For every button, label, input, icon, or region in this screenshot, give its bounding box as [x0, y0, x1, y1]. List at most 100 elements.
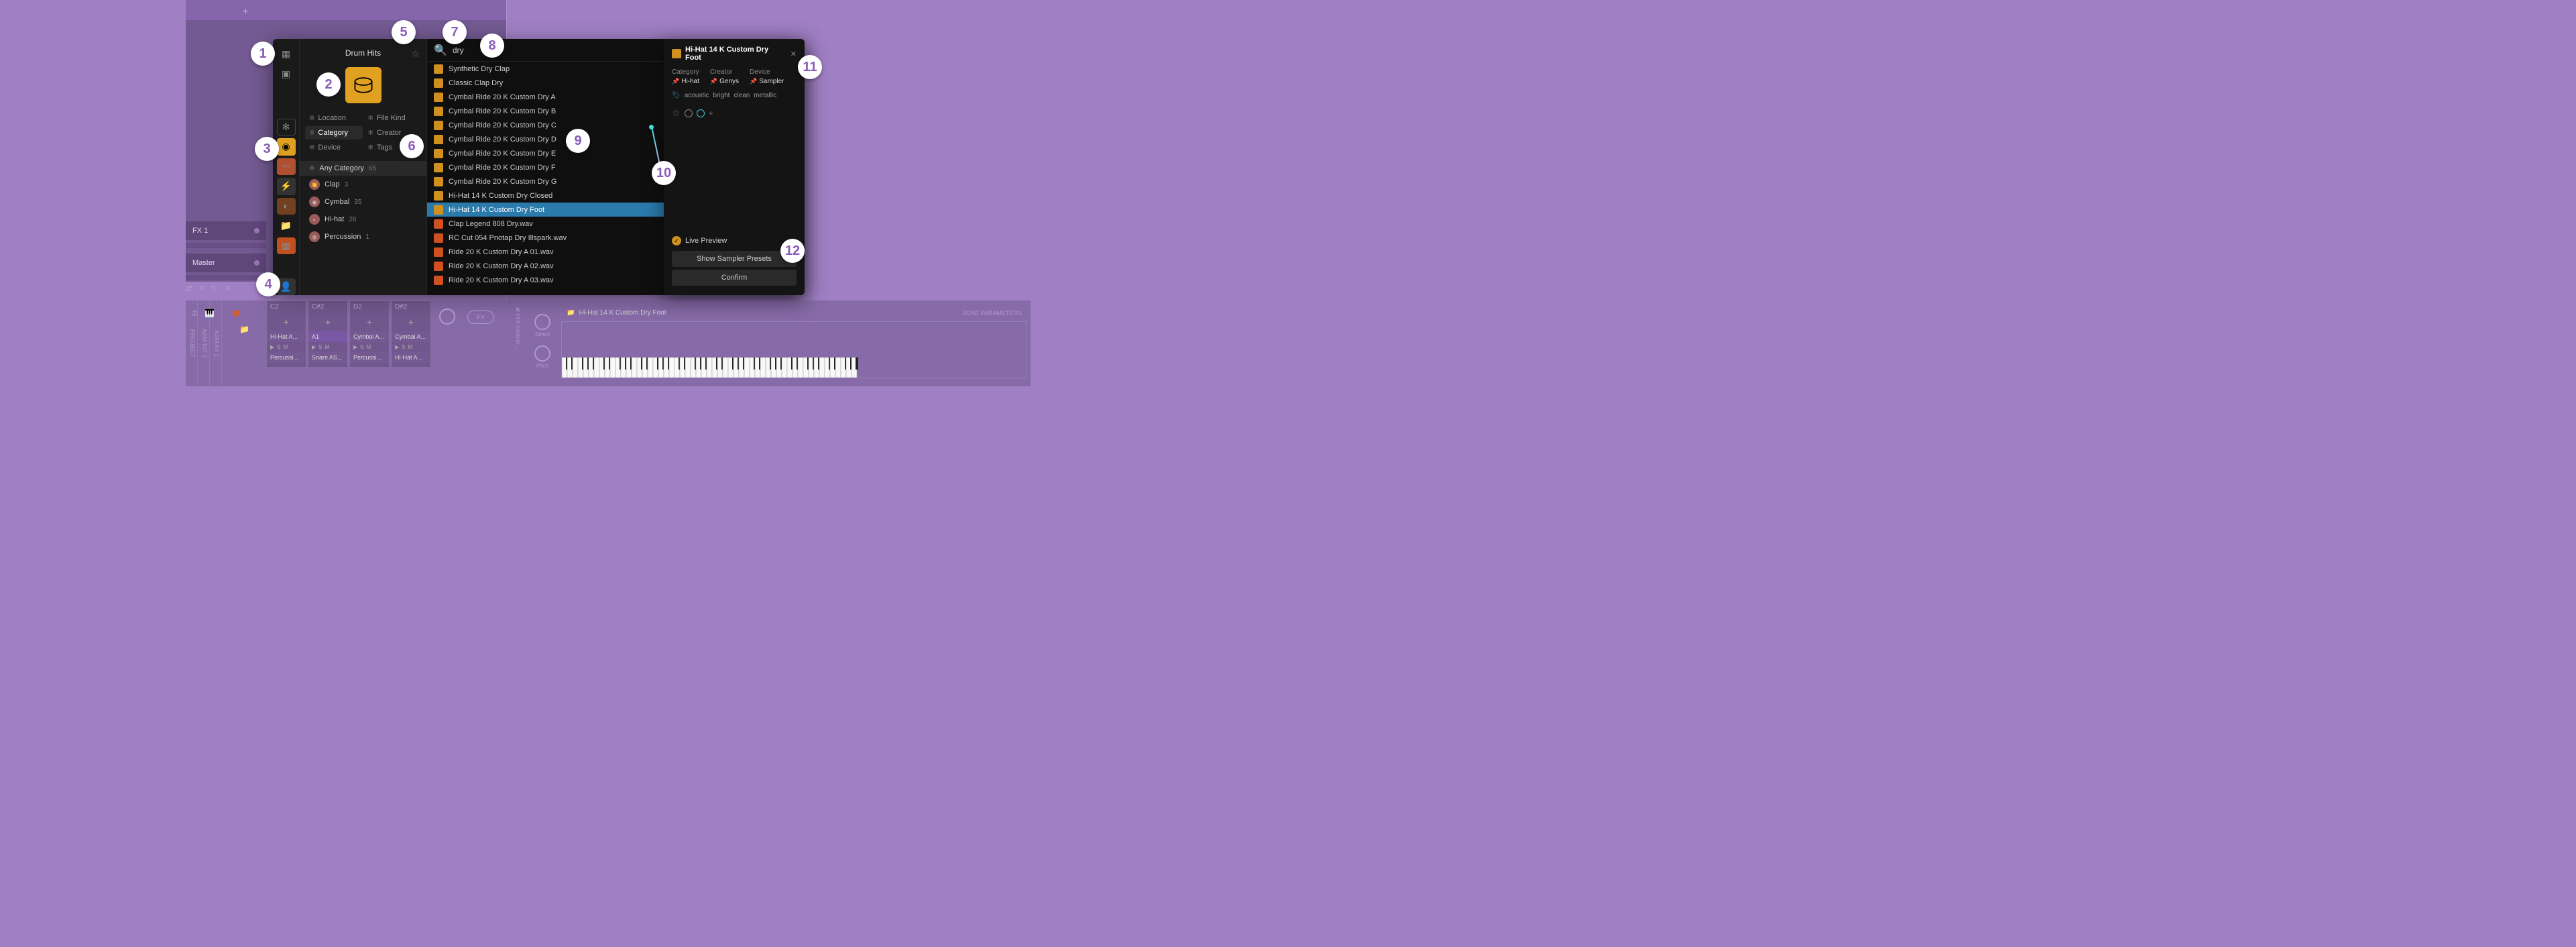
synth-category-icon[interactable]: 〰	[277, 158, 296, 176]
pitch-knob[interactable]	[534, 345, 550, 361]
favorite-icon[interactable]: ☆	[411, 48, 420, 60]
live-preview-toggle[interactable]: ✓ Live Preview	[672, 236, 797, 245]
close-icon[interactable]: ✕	[224, 284, 231, 293]
result-label: Cymbal Ride 20 K Custom Dry F	[449, 164, 556, 172]
piano-icon[interactable]: 🎹	[204, 309, 215, 318]
preset-icon	[434, 163, 443, 172]
info-tags: 🏷 acoustic bright clean metallic	[672, 92, 797, 99]
info-title: Hi-Hat 14 K Custom Dry Foot	[685, 46, 786, 62]
preset-icon	[434, 149, 443, 158]
packages-icon[interactable]: ▦	[277, 237, 296, 255]
drum-category-icon[interactable]: ◉	[277, 138, 296, 156]
filter-filekind[interactable]: ✻File Kind	[364, 111, 422, 125]
show-sampler-presets-button[interactable]: Show Sampler Presets	[672, 251, 797, 267]
refresh-icon[interactable]: ↻	[211, 284, 217, 293]
track-label: Master	[192, 259, 215, 267]
callout-4: 4	[256, 272, 280, 296]
list-icon[interactable]: ≡	[199, 284, 204, 293]
result-label: Hi-Hat 14 K Custom Dry Closed	[449, 192, 552, 200]
callout-6: 6	[400, 134, 424, 158]
category-hihat[interactable]: ◐Hi-hat26	[300, 211, 426, 228]
result-label: Cymbal Ride 20 K Custom Dry G	[449, 178, 557, 186]
sample-vertical-label: at 14 K Custom ...	[514, 307, 521, 350]
waveform-file-icon	[434, 219, 443, 229]
filter-device[interactable]: ✻Device	[305, 141, 363, 154]
any-category[interactable]: ✻ Any Category 65	[300, 161, 426, 176]
add-color-icon[interactable]: +	[709, 109, 713, 118]
gain-knob[interactable]	[439, 309, 455, 325]
swap-icon[interactable]: ⇄	[186, 284, 192, 293]
result-label: Cymbal Ride 20 K Custom Dry E	[449, 150, 556, 158]
drum-cell-dsharp2[interactable]: D#2 + Cymbal A... ▶SM Hi-Hat A...	[391, 300, 431, 368]
waveform-category-icon[interactable]: ✻	[277, 119, 296, 136]
folder-icon[interactable]: 📁	[277, 217, 296, 235]
callout-9: 9	[566, 129, 590, 153]
track-label: FX 1	[192, 227, 208, 235]
result-label: Clap Legend 808 Dry.wav	[449, 220, 533, 228]
callout-7: 7	[443, 20, 467, 44]
result-label: Cymbal Ride 20 K Custom Dry C	[449, 121, 557, 129]
select-knob[interactable]	[534, 314, 550, 330]
result-label: Cymbal Ride 20 K Custom Dry B	[449, 107, 556, 115]
preset-icon	[434, 64, 443, 74]
check-icon: ✓	[672, 236, 681, 245]
result-label: Synthetic Dry Clap	[449, 65, 510, 73]
star-rating-icon[interactable]: ☆	[672, 107, 681, 119]
grid-view-icon[interactable]: ▦	[277, 46, 296, 63]
waveform-file-icon	[434, 247, 443, 257]
color-ring-1[interactable]	[685, 109, 693, 117]
modulator-icon[interactable]: ◐	[277, 198, 296, 215]
browser-title: Drum Hits	[345, 48, 381, 58]
category-clap[interactable]: 👏Clap3	[300, 176, 426, 193]
drum-cell-d2[interactable]: D2 + Cymbal A... ▶SM Percussi...	[349, 300, 390, 368]
power-icon[interactable]	[233, 310, 239, 317]
result-label: Ride 20 K Custom Dry A 03.wav	[449, 276, 554, 284]
color-swatches[interactable]: ☆ +	[672, 107, 797, 119]
drum-cell-csharp2[interactable]: C#2 + A1 ▶SM Snare AS...	[308, 300, 348, 368]
category-cymbal[interactable]: ◉Cymbal35	[300, 193, 426, 211]
plug-category-icon[interactable]: ⚡	[277, 178, 296, 195]
fx-button[interactable]: FX	[467, 311, 494, 324]
bottom-toolbar: ⇄ ≡ ↻ ✕	[186, 282, 231, 295]
waveform-view[interactable]	[561, 321, 1027, 378]
preset-icon	[434, 177, 443, 186]
preset-icon	[434, 78, 443, 88]
callout-8: 8	[480, 34, 504, 58]
callout-5: 5	[392, 20, 416, 44]
info-close-icon[interactable]: ✕	[791, 50, 797, 58]
filter-category[interactable]: ✻Category	[305, 126, 363, 140]
category-percussion[interactable]: ◍Percussion1	[300, 228, 426, 245]
waveform-file-icon	[434, 233, 443, 243]
drum-pads: C2 + Hi-Hat A... ▶SM Percussi... C#2 + A…	[266, 300, 431, 368]
crown-icon[interactable]: ♔	[191, 309, 198, 318]
zone-title: Hi-Hat 14 K Custom Dry Foot	[579, 309, 666, 317]
preset-icon	[672, 49, 681, 58]
track-master[interactable]: Master	[186, 254, 266, 272]
callout-1: 1	[251, 42, 275, 66]
preset-icon	[434, 205, 443, 215]
result-label: Cymbal Ride 20 K Custom Dry D	[449, 135, 557, 144]
add-track-button[interactable]: +	[243, 5, 248, 16]
preset-icon	[434, 191, 443, 201]
confirm-button[interactable]: Confirm	[672, 270, 797, 286]
folder-icon[interactable]: 📁	[239, 325, 249, 334]
result-label: Hi-Hat 14 K Custom Dry Foot	[449, 206, 544, 214]
filter-location[interactable]: ✻Location	[305, 111, 363, 125]
drum-large-icon	[345, 67, 382, 103]
color-ring-2[interactable]	[697, 109, 705, 117]
search-icon: 🔍	[434, 44, 447, 57]
callout-12: 12	[780, 239, 805, 263]
pad-label: Hi-Hat A...	[267, 331, 306, 342]
zone-parameters-label: ZONE PARAMETERS	[962, 310, 1022, 317]
grid-alt-icon[interactable]: ▣	[277, 66, 296, 83]
drum-cell-c2[interactable]: C2 + Hi-Hat A... ▶SM Percussi...	[266, 300, 306, 368]
track-indicator	[254, 228, 259, 233]
track-indicator	[254, 260, 259, 266]
track-fx1[interactable]: FX 1	[186, 221, 266, 240]
waveform-file-icon	[434, 276, 443, 285]
callout-10: 10	[652, 161, 676, 185]
callout-11: 11	[798, 55, 822, 79]
result-label: Ride 20 K Custom Dry A 01.wav	[449, 248, 554, 256]
folder-icon: 📁	[567, 309, 575, 317]
preset-icon	[434, 93, 443, 102]
